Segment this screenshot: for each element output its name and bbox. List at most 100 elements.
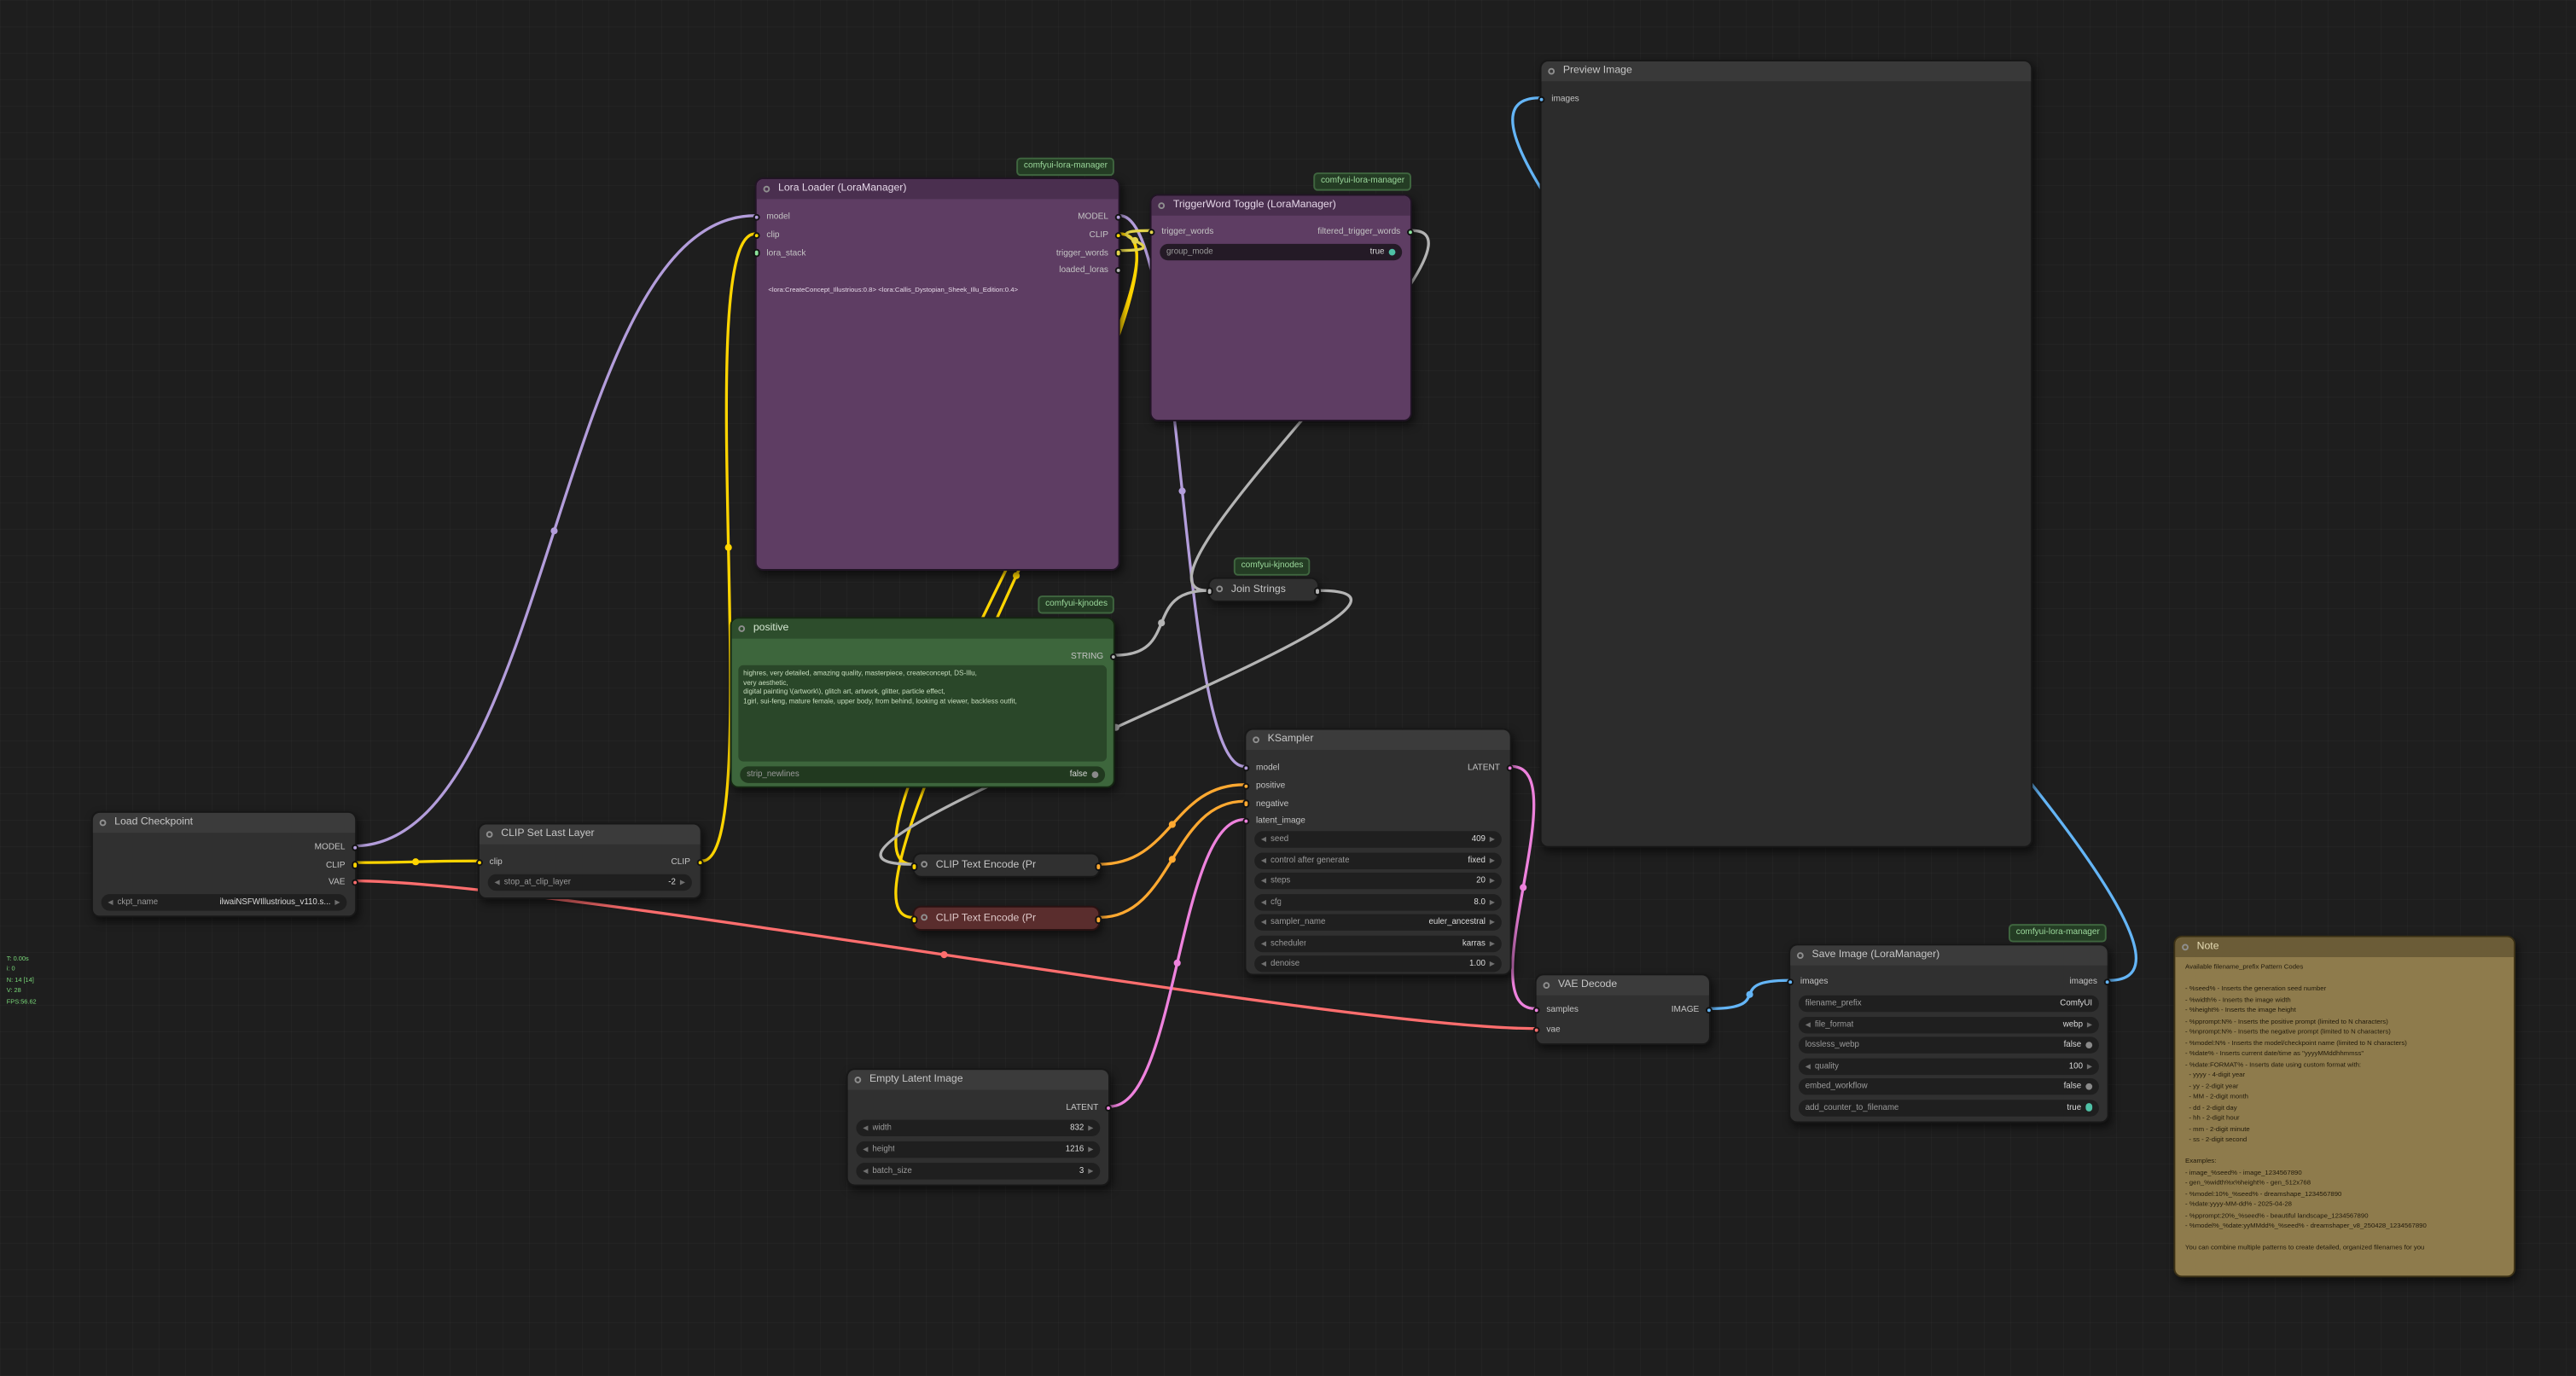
combo-left-arrow-icon[interactable]: ◀ [1261,935,1266,951]
stepper-right-arrow-icon[interactable]: ▶ [1088,1141,1093,1158]
collapse-dot-icon[interactable] [921,914,927,920]
slot-dot-icon[interactable] [753,213,760,221]
prompt-textarea[interactable]: highres, very detailed, amazing quality,… [738,665,1107,762]
stepper-left-arrow-icon[interactable]: ◀ [1261,893,1266,909]
link-midpoint-dot[interactable] [1158,619,1165,626]
node-title-bar[interactable]: CLIP Text Encode (Pr [914,854,1098,877]
collapsed-output-dot-icon[interactable] [1095,915,1102,923]
widget-file-format[interactable]: ◀file_formatwebp▶ [1799,1016,2099,1032]
input-slot-latent-image[interactable]: latent_image [1246,815,1305,828]
node-clip-text-encode-negative[interactable]: CLIP Text Encode (Pr [913,906,1101,931]
link-midpoint-dot[interactable] [940,951,947,958]
widget-width[interactable]: ◀width832▶ [856,1120,1100,1136]
output-slot-latent[interactable]: LATENT [1066,1101,1108,1115]
input-slot-model[interactable]: model [757,211,790,224]
node-clip-text-encode-positive[interactable]: CLIP Text Encode (Pr [913,853,1101,878]
toggle-dot-icon[interactable] [1091,771,1098,778]
node-title-bar[interactable]: VAE Decode [1537,975,1709,995]
combo-left-arrow-icon[interactable]: ◀ [108,894,113,910]
widget-filename-prefix[interactable]: filename_prefixComfyUI [1799,996,2099,1012]
stepper-left-arrow-icon[interactable]: ◀ [1261,955,1266,972]
slot-dot-icon[interactable] [1242,817,1250,825]
widget-steps[interactable]: ◀steps20▶ [1254,873,1502,889]
collapsed-input-dot-icon[interactable] [1206,587,1213,595]
combo-right-arrow-icon[interactable]: ▶ [1490,935,1495,951]
toggle-dot-icon[interactable] [1388,249,1395,256]
link-midpoint-dot[interactable] [1131,237,1138,244]
widget-lossless-webp[interactable]: lossless_webpfalse [1799,1036,2099,1053]
output-slot-clip[interactable]: CLIP [326,858,355,872]
link-midpoint-dot[interactable] [412,858,419,865]
stepper-right-arrow-icon[interactable]: ▶ [1088,1163,1093,1179]
node-positive-prompt[interactable]: positive STRING highres, very detailed, … [730,617,1115,787]
node-save-image[interactable]: Save Image (LoraManager) images images f… [1788,943,2108,1123]
combo-left-arrow-icon[interactable]: ◀ [1806,1016,1811,1032]
collapse-dot-icon[interactable] [738,625,745,632]
collapse-dot-icon[interactable] [1548,67,1555,74]
combo-right-arrow-icon[interactable]: ▶ [334,894,340,910]
widget-seed[interactable]: ◀seed409▶ [1254,831,1502,847]
slot-dot-icon[interactable] [753,232,760,240]
slot-dot-icon[interactable] [1242,800,1250,808]
node-clip-set-last-layer[interactable]: CLIP Set Last Layer clip CLIP ◀ stop_at_… [478,823,702,899]
slot-dot-icon[interactable] [696,859,704,867]
slot-dot-icon[interactable] [1532,1026,1540,1034]
output-slot-clip[interactable]: CLIP [671,856,700,869]
node-title-bar[interactable]: Preview Image [1542,61,2032,81]
stepper-right-arrow-icon[interactable]: ▶ [1490,955,1495,972]
collapse-dot-icon[interactable] [1543,982,1550,989]
output-slot-trigger-words[interactable]: trigger_words [1056,247,1119,260]
stepper-left-arrow-icon[interactable]: ◀ [863,1163,868,1179]
toggle-dot-icon[interactable] [2085,1042,2092,1048]
input-slot-images[interactable]: images [1542,93,1579,107]
node-join-strings[interactable]: Join Strings [1208,578,1319,602]
widget-add-counter-to-filename[interactable]: add_counter_to_filenametrue [1799,1099,2099,1115]
stepper-right-arrow-icon[interactable]: ▶ [2087,1058,2092,1074]
slot-dot-icon[interactable] [1105,1104,1113,1112]
slot-dot-icon[interactable] [352,862,359,869]
stepper-left-arrow-icon[interactable]: ◀ [494,874,499,891]
stepper-left-arrow-icon[interactable]: ◀ [863,1120,868,1136]
output-slot-vae[interactable]: VAE [329,876,355,890]
input-slot-positive[interactable]: positive [1246,780,1285,793]
output-slot-images[interactable]: images [2069,975,2107,989]
slot-dot-icon[interactable] [1148,229,1155,236]
widget-control-after-generate[interactable]: ◀control after generatefixed▶ [1254,852,1502,868]
slot-dot-icon[interactable] [1538,96,1545,103]
combo-left-arrow-icon[interactable]: ◀ [1261,914,1266,930]
slot-dot-icon[interactable] [1532,1007,1540,1014]
widget-quality[interactable]: ◀quality100▶ [1799,1058,2099,1074]
slot-dot-icon[interactable] [1114,232,1122,240]
collapse-dot-icon[interactable] [1158,202,1165,209]
widget-sampler-name[interactable]: ◀sampler_nameeuler_ancestral▶ [1254,914,1502,930]
widget-denoise[interactable]: ◀denoise1.00▶ [1254,955,1502,972]
node-title-bar[interactable]: KSampler [1246,730,1509,750]
widget-embed-workflow[interactable]: embed_workflowfalse [1799,1078,2099,1094]
node-title-bar[interactable]: Lora Loader (LoraManager) [757,179,1119,199]
slot-dot-icon[interactable] [1705,1007,1712,1014]
node-title-bar[interactable]: Save Image (LoraManager) [1790,945,2107,965]
collapse-dot-icon[interactable] [854,1077,861,1083]
node-title-bar[interactable]: Load Checkpoint [93,813,355,833]
node-title-bar[interactable]: CLIP Set Last Layer [480,824,701,844]
input-slot-samples[interactable]: samples [1537,1003,1579,1017]
node-note[interactable]: Note Available filename_prefix Pattern C… [2173,936,2515,1278]
output-slot-clip[interactable]: CLIP [1090,229,1119,242]
input-slot-clip[interactable]: clip [757,229,780,242]
input-slot-trigger-words[interactable]: trigger_words [1152,225,1214,239]
collapse-dot-icon[interactable] [921,861,927,868]
collapse-dot-icon[interactable] [1797,952,1804,959]
stepper-left-arrow-icon[interactable]: ◀ [1261,831,1266,847]
slot-dot-icon[interactable] [1787,978,1794,986]
slot-dot-icon[interactable] [476,859,484,867]
slot-dot-icon[interactable] [1109,653,1117,661]
combo-right-arrow-icon[interactable]: ▶ [1490,852,1495,868]
output-slot-model[interactable]: MODEL [315,841,356,855]
collapse-dot-icon[interactable] [2182,943,2189,950]
collapsed-input-dot-icon[interactable] [910,915,918,923]
node-title-bar[interactable]: TriggerWord Toggle (LoraManager) [1152,195,1410,215]
slot-dot-icon[interactable] [352,844,359,851]
input-slot-clip[interactable]: clip [480,856,503,869]
input-slot-vae[interactable]: vae [1537,1024,1561,1037]
output-slot-latent[interactable]: LATENT [1468,762,1510,775]
